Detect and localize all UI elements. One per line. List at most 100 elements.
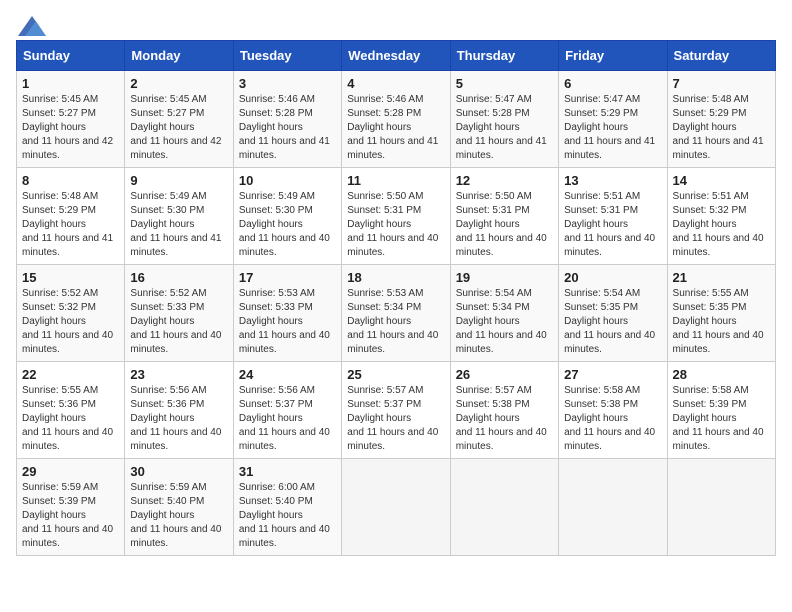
day-content: Sunrise: 5:58 AMSunset: 5:38 PMDaylight … bbox=[564, 385, 655, 452]
day-content: Sunrise: 5:52 AMSunset: 5:33 PMDaylight … bbox=[130, 288, 221, 355]
logo-icon bbox=[18, 16, 46, 36]
day-content: Sunrise: 5:55 AMSunset: 5:35 PMDaylight … bbox=[673, 288, 764, 355]
calendar-cell: 17Sunrise: 5:53 AMSunset: 5:33 PMDayligh… bbox=[233, 265, 341, 362]
day-content: Sunrise: 5:47 AMSunset: 5:29 PMDaylight … bbox=[564, 94, 655, 161]
day-number: 22 bbox=[22, 367, 119, 382]
calendar-cell: 22 Sunrise: 5:55 AMSunset: 5:36 PMDayligh… bbox=[17, 362, 125, 459]
day-number: 25 bbox=[347, 367, 444, 382]
calendar-cell: 28 Sunrise: 5:58 AMSunset: 5:39 PMDayligh… bbox=[667, 362, 775, 459]
calendar-week-row: 8 Sunrise: 5:48 AMSunset: 5:29 PMDaylight… bbox=[17, 168, 776, 265]
calendar-cell: 9 Sunrise: 5:49 AMSunset: 5:30 PMDaylight… bbox=[125, 168, 233, 265]
calendar-cell: 11Sunrise: 5:50 AMSunset: 5:31 PMDayligh… bbox=[342, 168, 450, 265]
day-number: 6 bbox=[564, 76, 661, 91]
day-number: 8 bbox=[22, 173, 119, 188]
calendar-cell: 31 Sunrise: 6:00 AMSunset: 5:40 PMDayligh… bbox=[233, 459, 341, 556]
calendar-cell: 16 Sunrise: 5:52 AMSunset: 5:33 PMDayligh… bbox=[125, 265, 233, 362]
calendar-cell: 4Sunrise: 5:46 AMSunset: 5:28 PMDaylight… bbox=[342, 71, 450, 168]
day-number: 11 bbox=[347, 173, 444, 188]
day-number: 20 bbox=[564, 270, 661, 285]
day-number: 10 bbox=[239, 173, 336, 188]
calendar-week-row: 1 Sunrise: 5:45 AMSunset: 5:27 PMDaylight… bbox=[17, 71, 776, 168]
page-header bbox=[16, 16, 776, 32]
day-content: Sunrise: 5:47 AMSunset: 5:28 PMDaylight … bbox=[456, 94, 547, 161]
day-content: Sunrise: 5:56 AMSunset: 5:37 PMDaylight … bbox=[239, 385, 330, 452]
calendar-cell bbox=[450, 459, 558, 556]
day-content: Sunrise: 6:00 AMSunset: 5:40 PMDaylight … bbox=[239, 482, 330, 549]
calendar-cell: 10Sunrise: 5:49 AMSunset: 5:30 PMDayligh… bbox=[233, 168, 341, 265]
day-number: 21 bbox=[673, 270, 770, 285]
calendar-cell bbox=[559, 459, 667, 556]
day-number: 3 bbox=[239, 76, 336, 91]
calendar-cell: 13 Sunrise: 5:51 AMSunset: 5:31 PMDayligh… bbox=[559, 168, 667, 265]
calendar-week-row: 15 Sunrise: 5:52 AMSunset: 5:32 PMDayligh… bbox=[17, 265, 776, 362]
day-content: Sunrise: 5:50 AMSunset: 5:31 PMDaylight … bbox=[456, 191, 547, 258]
calendar-cell: 25 Sunrise: 5:57 AMSunset: 5:37 PMDayligh… bbox=[342, 362, 450, 459]
day-number: 1 bbox=[22, 76, 119, 91]
day-content: Sunrise: 5:51 AMSunset: 5:32 PMDaylight … bbox=[673, 191, 764, 258]
calendar-cell: 23 Sunrise: 5:56 AMSunset: 5:36 PMDayligh… bbox=[125, 362, 233, 459]
day-content: Sunrise: 5:45 AMSunset: 5:27 PMDaylight … bbox=[130, 94, 221, 161]
calendar-cell: 5 Sunrise: 5:47 AMSunset: 5:28 PMDaylight… bbox=[450, 71, 558, 168]
day-number: 27 bbox=[564, 367, 661, 382]
day-content: Sunrise: 5:52 AMSunset: 5:32 PMDaylight … bbox=[22, 288, 113, 355]
day-content: Sunrise: 5:48 AMSunset: 5:29 PMDaylight … bbox=[22, 191, 113, 258]
calendar-cell: 20 Sunrise: 5:54 AMSunset: 5:35 PMDayligh… bbox=[559, 265, 667, 362]
day-content: Sunrise: 5:58 AMSunset: 5:39 PMDaylight … bbox=[673, 385, 764, 452]
day-header-sunday: Sunday bbox=[17, 41, 125, 71]
day-number: 16 bbox=[130, 270, 227, 285]
day-number: 7 bbox=[673, 76, 770, 91]
day-content: Sunrise: 5:55 AMSunset: 5:36 PMDaylight … bbox=[22, 385, 113, 452]
calendar-cell: 19 Sunrise: 5:54 AMSunset: 5:34 PMDayligh… bbox=[450, 265, 558, 362]
day-content: Sunrise: 5:51 AMSunset: 5:31 PMDaylight … bbox=[564, 191, 655, 258]
calendar-cell: 14Sunrise: 5:51 AMSunset: 5:32 PMDayligh… bbox=[667, 168, 775, 265]
day-number: 29 bbox=[22, 464, 119, 479]
calendar-cell: 29 Sunrise: 5:59 AMSunset: 5:39 PMDayligh… bbox=[17, 459, 125, 556]
calendar-cell: 3 Sunrise: 5:46 AMSunset: 5:28 PMDaylight… bbox=[233, 71, 341, 168]
calendar-cell: 8 Sunrise: 5:48 AMSunset: 5:29 PMDaylight… bbox=[17, 168, 125, 265]
day-header-tuesday: Tuesday bbox=[233, 41, 341, 71]
day-number: 30 bbox=[130, 464, 227, 479]
calendar-cell bbox=[667, 459, 775, 556]
calendar-cell: 18Sunrise: 5:53 AMSunset: 5:34 PMDayligh… bbox=[342, 265, 450, 362]
calendar-cell: 1 Sunrise: 5:45 AMSunset: 5:27 PMDaylight… bbox=[17, 71, 125, 168]
day-number: 18 bbox=[347, 270, 444, 285]
calendar-cell: 15 Sunrise: 5:52 AMSunset: 5:32 PMDayligh… bbox=[17, 265, 125, 362]
calendar-week-row: 29 Sunrise: 5:59 AMSunset: 5:39 PMDayligh… bbox=[17, 459, 776, 556]
day-header-friday: Friday bbox=[559, 41, 667, 71]
day-content: Sunrise: 5:57 AMSunset: 5:37 PMDaylight … bbox=[347, 385, 438, 452]
calendar-cell: 30 Sunrise: 5:59 AMSunset: 5:40 PMDayligh… bbox=[125, 459, 233, 556]
day-number: 9 bbox=[130, 173, 227, 188]
logo bbox=[16, 16, 46, 32]
day-content: Sunrise: 5:59 AMSunset: 5:40 PMDaylight … bbox=[130, 482, 221, 549]
day-header-thursday: Thursday bbox=[450, 41, 558, 71]
calendar-cell: 24 Sunrise: 5:56 AMSunset: 5:37 PMDayligh… bbox=[233, 362, 341, 459]
day-number: 17 bbox=[239, 270, 336, 285]
day-number: 26 bbox=[456, 367, 553, 382]
calendar-cell: 27 Sunrise: 5:58 AMSunset: 5:38 PMDayligh… bbox=[559, 362, 667, 459]
day-number: 5 bbox=[456, 76, 553, 91]
day-content: Sunrise: 5:46 AMSunset: 5:28 PMDaylight … bbox=[239, 94, 330, 161]
day-content: Sunrise: 5:48 AMSunset: 5:29 PMDaylight … bbox=[673, 94, 764, 161]
day-content: Sunrise: 5:56 AMSunset: 5:36 PMDaylight … bbox=[130, 385, 221, 452]
calendar-cell: 7 Sunrise: 5:48 AMSunset: 5:29 PMDaylight… bbox=[667, 71, 775, 168]
calendar-header-row: SundayMondayTuesdayWednesdayThursdayFrid… bbox=[17, 41, 776, 71]
day-number: 23 bbox=[130, 367, 227, 382]
day-header-saturday: Saturday bbox=[667, 41, 775, 71]
day-content: Sunrise: 5:59 AMSunset: 5:39 PMDaylight … bbox=[22, 482, 113, 549]
day-content: Sunrise: 5:49 AMSunset: 5:30 PMDaylight … bbox=[130, 191, 221, 258]
day-number: 31 bbox=[239, 464, 336, 479]
calendar-cell: 6 Sunrise: 5:47 AMSunset: 5:29 PMDaylight… bbox=[559, 71, 667, 168]
day-content: Sunrise: 5:54 AMSunset: 5:34 PMDaylight … bbox=[456, 288, 547, 355]
calendar-cell: 2 Sunrise: 5:45 AMSunset: 5:27 PMDaylight… bbox=[125, 71, 233, 168]
day-number: 2 bbox=[130, 76, 227, 91]
day-number: 19 bbox=[456, 270, 553, 285]
calendar-cell: 26Sunrise: 5:57 AMSunset: 5:38 PMDayligh… bbox=[450, 362, 558, 459]
day-number: 15 bbox=[22, 270, 119, 285]
day-number: 13 bbox=[564, 173, 661, 188]
day-content: Sunrise: 5:45 AMSunset: 5:27 PMDaylight … bbox=[22, 94, 113, 161]
calendar-week-row: 22 Sunrise: 5:55 AMSunset: 5:36 PMDayligh… bbox=[17, 362, 776, 459]
day-number: 24 bbox=[239, 367, 336, 382]
calendar-cell bbox=[342, 459, 450, 556]
day-number: 28 bbox=[673, 367, 770, 382]
day-content: Sunrise: 5:54 AMSunset: 5:35 PMDaylight … bbox=[564, 288, 655, 355]
